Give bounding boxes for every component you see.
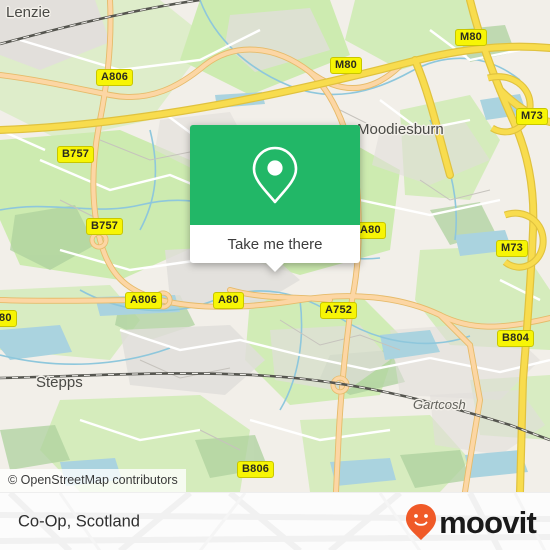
moovit-pin-icon xyxy=(406,504,437,540)
moovit-logo[interactable]: moovit xyxy=(405,503,537,541)
footer-bar: Co-Op, Scotland moovit xyxy=(0,492,550,550)
map-pin-icon xyxy=(252,146,298,204)
popup-action-bar[interactable]: Take me there xyxy=(190,225,360,272)
location-popup-card[interactable]: Take me there xyxy=(190,125,360,272)
popup-pin-area xyxy=(190,125,360,225)
moovit-wordmark: moovit xyxy=(439,504,537,540)
place-title: Co-Op, Scotland xyxy=(18,512,140,531)
map-canvas[interactable]: Lenzie Moodiesburn Stepps Gartcosh A806 … xyxy=(0,0,550,492)
moovit-map-screen: Lenzie Moodiesburn Stepps Gartcosh A806 … xyxy=(0,0,550,550)
take-me-there-label: Take me there xyxy=(227,235,323,253)
popup-tail-arrow xyxy=(266,263,284,272)
map-attribution[interactable]: © OpenStreetMap contributors xyxy=(0,469,186,492)
